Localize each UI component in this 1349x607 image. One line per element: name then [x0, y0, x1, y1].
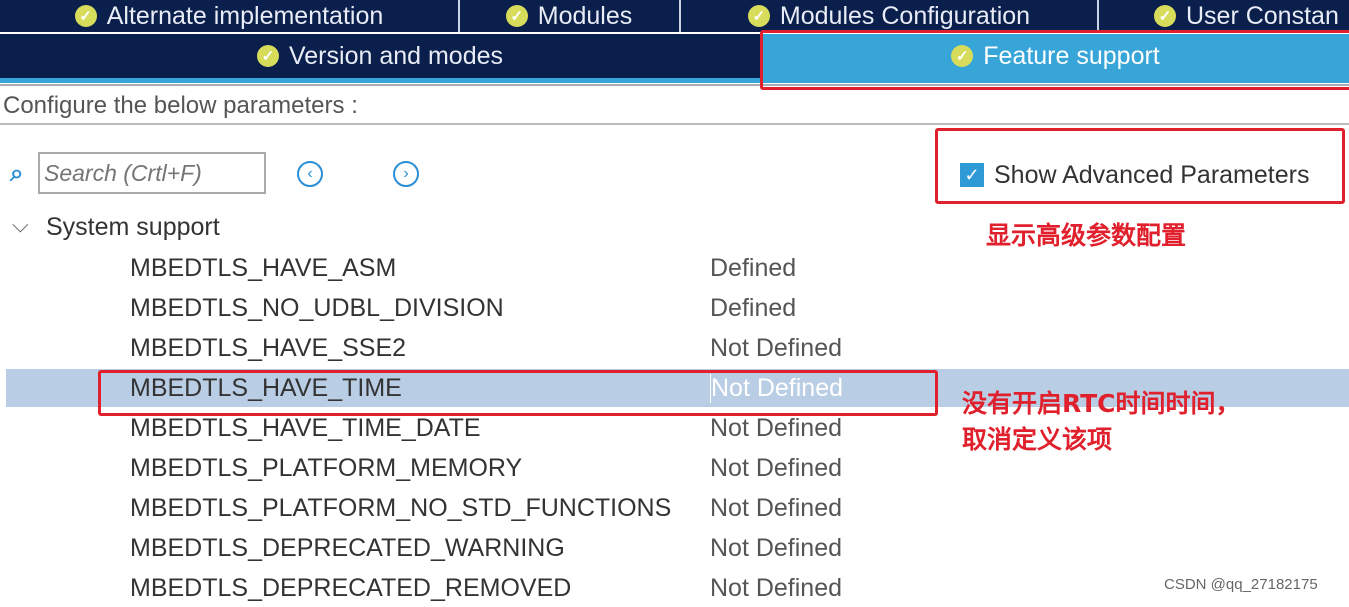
param-value[interactable]: Not Defined	[710, 414, 842, 443]
configure-label: Configure the below parameters :	[3, 92, 358, 119]
search-input[interactable]	[38, 152, 266, 194]
check-icon: ✓	[747, 5, 770, 27]
param-value[interactable]: Defined	[710, 254, 796, 283]
param-name: MBEDTLS_DEPRECATED_REMOVED	[130, 574, 572, 602]
param-row[interactable]: MBEDTLS_PLATFORM_NO_STD_FUNCTIONS Not Def…	[0, 489, 1349, 527]
tab-alternate-implementation[interactable]: ✓ Alternate implementation	[0, 0, 460, 32]
param-value[interactable]: Not Defined	[710, 454, 842, 483]
watermark: CSDN @qq_27182175	[1164, 576, 1318, 593]
divider	[0, 123, 1349, 125]
tab-user-constants[interactable]: ✓ User Constan	[1099, 0, 1349, 32]
param-row[interactable]: MBEDTLS_HAVE_SSE2 Not Defined	[0, 329, 1349, 367]
param-row[interactable]: MBEDTLS_DEPRECATED_REMOVED Not Defined	[0, 569, 1349, 607]
param-row[interactable]: MBEDTLS_NO_UDBL_DIVISION Defined	[0, 289, 1349, 327]
tab-label: Version and modes	[288, 41, 504, 70]
param-row[interactable]: MBEDTLS_DEPRECATED_WARNING Not Defined	[0, 529, 1349, 567]
param-name: MBEDTLS_PLATFORM_MEMORY	[130, 454, 523, 482]
param-name: MBEDTLS_HAVE_TIME_DATE	[130, 414, 481, 442]
annotation-time-line2: 取消定义该项	[962, 425, 1113, 454]
check-icon: ✓	[74, 5, 97, 27]
param-value[interactable]: Not Defined	[710, 334, 842, 363]
param-value[interactable]: Not Defined	[710, 534, 842, 563]
param-row[interactable]: MBEDTLS_PLATFORM_MEMORY Not Defined	[0, 449, 1349, 487]
check-icon: ✓	[1154, 5, 1176, 27]
param-name: MBEDTLS_NO_UDBL_DIVISION	[130, 294, 504, 322]
tab-modules-configuration[interactable]: ✓ Modules Configuration	[681, 0, 1099, 32]
param-name: MBEDTLS_HAVE_ASM	[130, 254, 397, 282]
param-value[interactable]: Not Defined	[710, 494, 842, 523]
param-name: MBEDTLS_HAVE_SSE2	[130, 334, 407, 362]
previous-icon[interactable]: ‹	[297, 161, 323, 187]
annotation-box-time	[98, 370, 938, 416]
param-name: MBEDTLS_DEPRECATED_WARNING	[130, 534, 565, 562]
annotation-box-feature	[760, 30, 1349, 90]
param-name: MBEDTLS_PLATFORM_NO_STD_FUNCTIONS	[130, 494, 672, 522]
param-value[interactable]: Defined	[710, 294, 796, 323]
check-icon: ✓	[256, 45, 279, 67]
tab-row-1: ✓ Alternate implementation ✓ Modules ✓ Modu…	[0, 0, 1349, 32]
tab-modules[interactable]: ✓ Modules	[459, 0, 681, 32]
next-icon[interactable]: ›	[393, 161, 419, 187]
tab-label: Modules Configuration	[779, 1, 1031, 30]
param-value[interactable]: Not Defined	[710, 574, 842, 603]
show-advanced-checkbox[interactable]: ✓	[960, 163, 984, 187]
param-row[interactable]: MBEDTLS_HAVE_ASM Defined	[0, 249, 1349, 287]
show-advanced-label: Show Advanced Parameters	[994, 161, 1310, 189]
tab-label: User Constan	[1186, 1, 1339, 30]
annotation-time-line1: 没有开启RTC时间时间，	[962, 389, 1241, 418]
tab-label: Alternate implementation	[106, 1, 384, 30]
tab-version-and-modes[interactable]: ✓ Version and modes	[0, 34, 760, 78]
tab-label: Modules	[537, 1, 633, 30]
annotation-advanced: 显示高级参数配置	[986, 221, 1187, 250]
group-system-support[interactable]: System support	[46, 213, 220, 242]
search-icon: ⌕	[10, 160, 24, 187]
check-icon: ✓	[505, 5, 528, 27]
chevron-down-icon[interactable]: ⌵	[12, 212, 29, 238]
